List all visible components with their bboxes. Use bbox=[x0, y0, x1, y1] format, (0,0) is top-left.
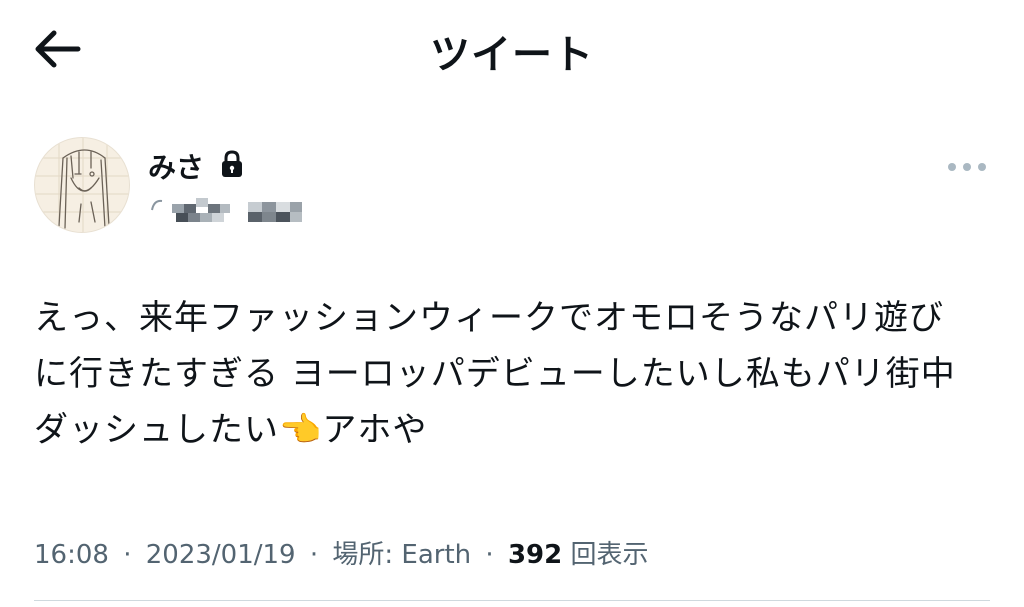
tweet-time[interactable]: 16:08 bbox=[34, 540, 109, 570]
redacted-handle-mosaic bbox=[151, 198, 302, 222]
view-count: 392 bbox=[507, 540, 563, 570]
tweet-text: えっ、来年ファッションウィークでオモロそうなパリ遊び に行きたすぎる ヨーロッパ… bbox=[34, 298, 956, 450]
tweet-metadata: 16:08 · 2023/01/19 · 場所: Earth · 392 回表示 bbox=[34, 534, 649, 571]
more-horizontal-icon bbox=[948, 163, 986, 171]
avatar-drawing bbox=[35, 138, 129, 232]
lock-icon bbox=[222, 150, 242, 177]
divider bbox=[34, 600, 990, 601]
avatar[interactable] bbox=[34, 137, 130, 233]
tweet-location: 場所: Earth bbox=[332, 540, 472, 570]
header-bar: ツイート bbox=[0, 0, 1024, 100]
view-count-label: 回表示 bbox=[570, 540, 649, 570]
separator: · bbox=[309, 540, 319, 570]
handle-redacted[interactable] bbox=[148, 192, 308, 226]
separator: · bbox=[485, 540, 494, 570]
tweet-date[interactable]: 2023/01/19 bbox=[146, 540, 296, 570]
page-title: ツイート bbox=[430, 32, 594, 78]
display-name[interactable]: みさ bbox=[148, 146, 204, 186]
more-options-button[interactable] bbox=[944, 154, 990, 180]
separator: · bbox=[123, 540, 132, 570]
